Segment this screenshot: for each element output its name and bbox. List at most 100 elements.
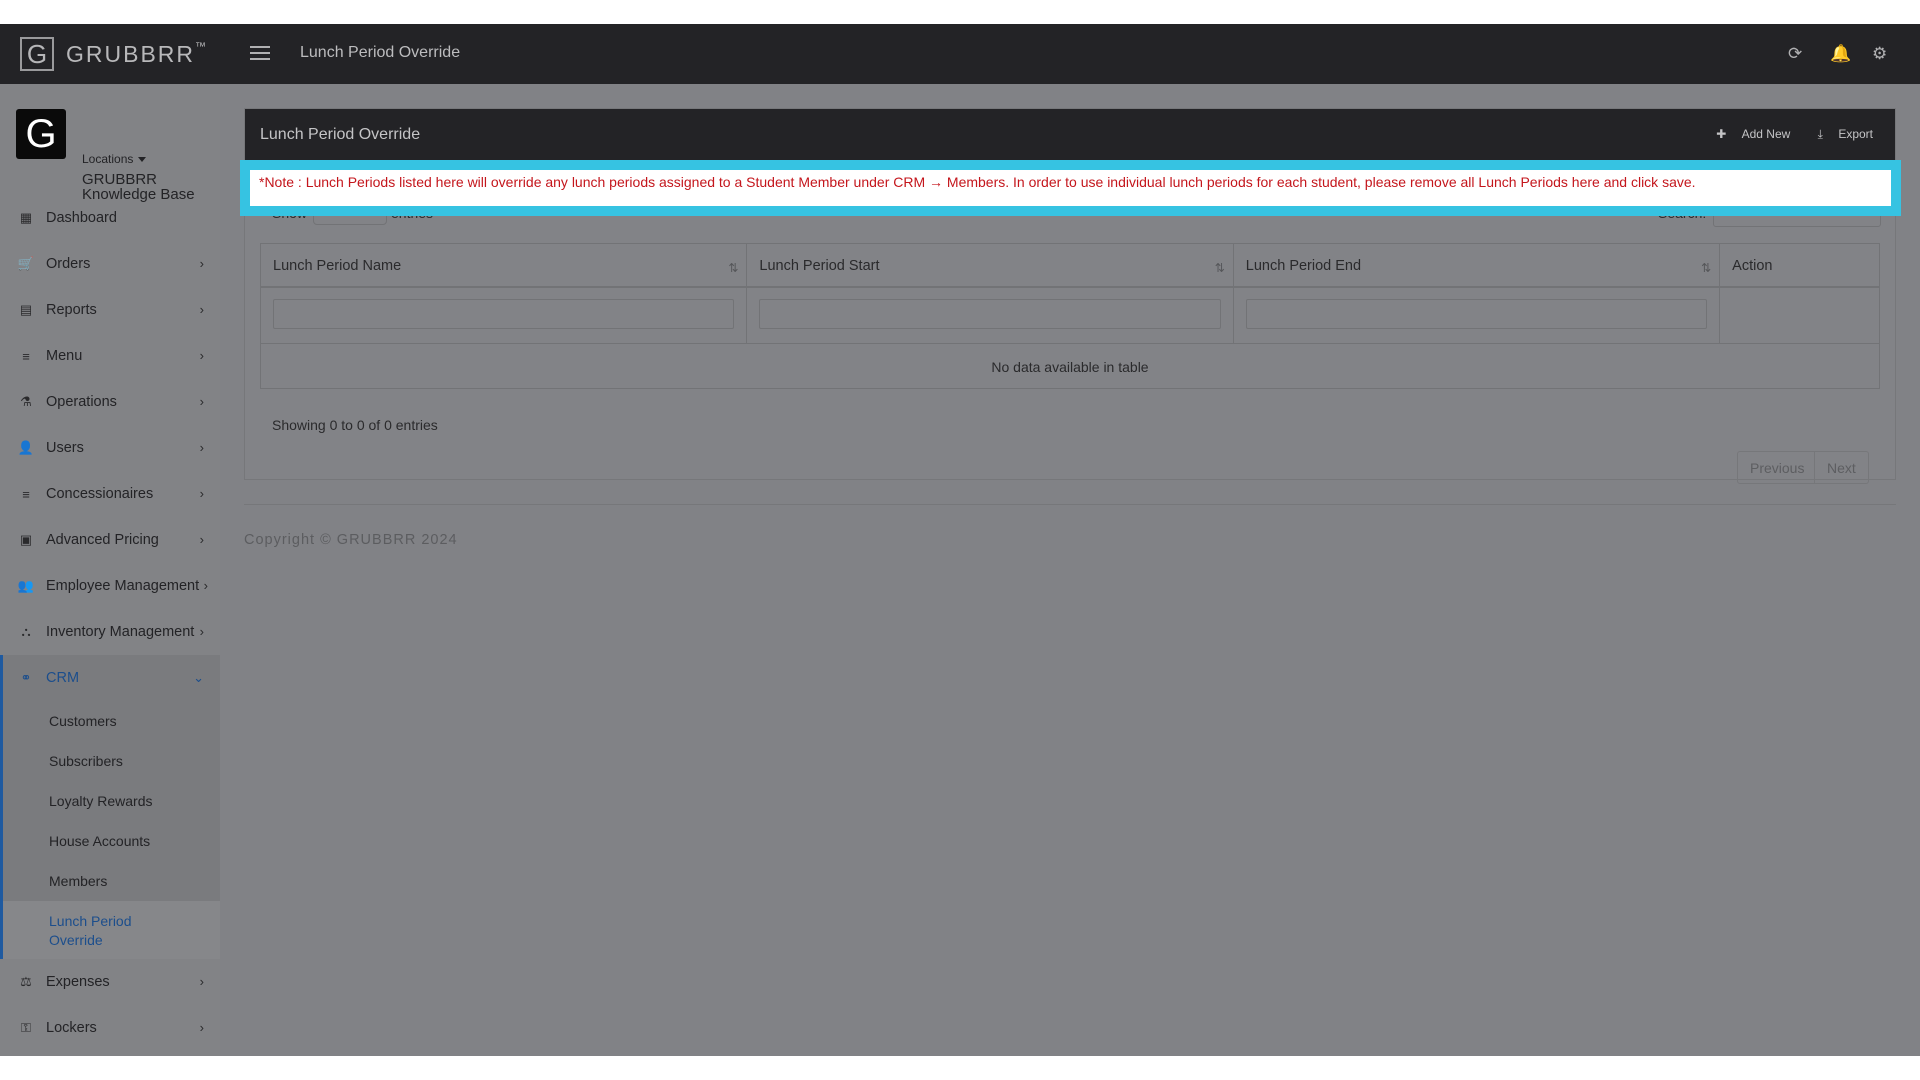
sidebar-item-label: Lockers bbox=[46, 1020, 97, 1036]
column-header-end[interactable]: Lunch Period End ⇅ bbox=[1233, 244, 1721, 288]
pagination: Previous Next bbox=[1737, 451, 1869, 484]
brand-name: GRUBBRR™ bbox=[66, 41, 206, 68]
download-icon: ⤓ bbox=[1817, 127, 1823, 141]
column-header-label: Lunch Period Start bbox=[759, 258, 880, 274]
sort-icon: ⇅ bbox=[1214, 261, 1225, 275]
sidebar-item-menu[interactable]: ≡ Menu › bbox=[0, 333, 220, 379]
sidebar-item-label: CRM bbox=[46, 670, 80, 686]
profile-name-line1: GRUBBRR bbox=[82, 171, 158, 188]
footer-divider bbox=[244, 504, 1896, 505]
panel-header: Lunch Period Override bbox=[245, 109, 1895, 161]
sort-icon: ⇅ bbox=[728, 261, 739, 275]
panel-actions: ✚ Add New ⤓ Export bbox=[1692, 127, 1873, 142]
sidebar-subitem-members[interactable]: Members bbox=[3, 861, 220, 901]
add-new-button[interactable]: ✚ Add New bbox=[1704, 127, 1790, 141]
sidebar-subitem-label-line1: Lunch Period bbox=[49, 913, 132, 929]
sidebar-item-label: Dashboard bbox=[46, 210, 117, 226]
chevron-right-icon: › bbox=[199, 1020, 204, 1035]
sidebar-subitem-subscribers[interactable]: Subscribers bbox=[3, 741, 220, 781]
sidebar-subitem-lunch-period-override[interactable]: Lunch Period Override bbox=[3, 901, 220, 959]
sitemap-icon: ⛬ bbox=[21, 624, 31, 639]
avatar: G bbox=[16, 109, 66, 159]
sidebar-subitem-customers[interactable]: Customers bbox=[3, 701, 220, 741]
filter-cell bbox=[1233, 288, 1721, 344]
chevron-right-icon: › bbox=[199, 486, 204, 501]
gear-icon[interactable]: ⚙ bbox=[1872, 44, 1887, 64]
filter-start-input[interactable] bbox=[759, 299, 1221, 329]
list-icon: ≡ bbox=[22, 486, 30, 502]
sidebar-item-label: Concessionaires bbox=[46, 486, 154, 502]
next-button[interactable]: Next bbox=[1815, 451, 1869, 484]
chevron-right-icon: › bbox=[203, 578, 208, 593]
sidebar-item-label: Inventory Management bbox=[46, 624, 195, 640]
chevron-right-icon: › bbox=[199, 394, 204, 409]
dashboard-icon: ▦ bbox=[19, 210, 33, 225]
sidebar-subitem-loyalty-rewards[interactable]: Loyalty Rewards bbox=[3, 781, 220, 821]
filter-end-input[interactable] bbox=[1245, 299, 1708, 329]
chevron-right-icon: › bbox=[199, 974, 204, 989]
previous-button[interactable]: Previous bbox=[1737, 451, 1815, 484]
sidebar-item-label: Employee Management bbox=[46, 578, 200, 594]
flask-icon: ⚗ bbox=[20, 394, 32, 409]
top-bar: Lunch Period Override ⟳ 🔔 ⚙ bbox=[220, 24, 1920, 84]
export-label: Export bbox=[1838, 127, 1873, 141]
bell-icon[interactable]: 🔔 bbox=[1830, 44, 1851, 64]
note-highlight-box: *Note : Lunch Periods listed here will o… bbox=[240, 160, 1901, 216]
column-header-name[interactable]: Lunch Period Name ⇅ bbox=[261, 244, 748, 288]
chevron-right-icon: › bbox=[199, 532, 204, 547]
chevron-right-icon: › bbox=[199, 256, 204, 271]
sidebar-item-concessionaires[interactable]: ≡ Concessionaires › bbox=[0, 471, 220, 517]
sidebar-item-label: Reports bbox=[46, 302, 97, 318]
column-header-action: Action bbox=[1720, 244, 1879, 288]
sidebar-item-label: Users bbox=[46, 440, 84, 456]
sidebar-item-expenses[interactable]: ⚖ Expenses › bbox=[0, 959, 220, 1005]
export-button[interactable]: ⤓ Export bbox=[1806, 127, 1873, 141]
caret-down-icon bbox=[138, 157, 147, 163]
column-header-start[interactable]: Lunch Period Start ⇅ bbox=[747, 244, 1234, 288]
sidebar-nav: ▦ Dashboard 🛒 Orders › ▤ Reports › ≡ Men… bbox=[0, 195, 220, 1051]
refresh-icon[interactable]: ⟳ bbox=[1788, 44, 1802, 64]
sidebar-subitem-house-accounts[interactable]: House Accounts bbox=[3, 821, 220, 861]
table-info: Showing 0 to 0 of 0 entries bbox=[272, 417, 438, 433]
page-title: Lunch Period Override bbox=[300, 44, 461, 61]
sidebar-item-users[interactable]: 👤 Users › bbox=[0, 425, 220, 471]
plus-icon: ✚ bbox=[1716, 127, 1727, 141]
sort-icon: ⇅ bbox=[1701, 261, 1712, 275]
lunch-period-table: Lunch Period Name ⇅ Lunch Period Start ⇅ L… bbox=[260, 243, 1880, 389]
sidebar-item-label: Orders bbox=[46, 256, 91, 272]
column-header-label: Lunch Period End bbox=[1245, 258, 1362, 274]
brand-logo: G bbox=[20, 37, 54, 71]
sidebar-item-operations[interactable]: ⚗ Operations › bbox=[0, 379, 220, 425]
sidebar-item-label: Menu bbox=[46, 348, 83, 364]
scale-icon: ⚖ bbox=[20, 974, 32, 989]
sidebar-item-lockers[interactable]: ⚿ Lockers › bbox=[0, 1005, 220, 1051]
sidebar-item-employee-management[interactable]: 👥 Employee Management › bbox=[0, 563, 220, 609]
sidebar-item-inventory-management[interactable]: ⛬ Inventory Management › bbox=[0, 609, 220, 655]
note-text: *Note : Lunch Periods listed here will o… bbox=[259, 174, 1696, 190]
sidebar-item-orders[interactable]: 🛒 Orders › bbox=[0, 241, 220, 287]
locations-dropdown[interactable]: Locations bbox=[82, 152, 147, 166]
filter-cell bbox=[1720, 288, 1879, 344]
sidebar-item-advanced-pricing[interactable]: ▣ Advanced Pricing › bbox=[0, 517, 220, 563]
user-plus-icon: 👤 bbox=[17, 440, 35, 455]
filter-name-input[interactable] bbox=[273, 299, 735, 329]
sidebar-item-reports[interactable]: ▤ Reports › bbox=[0, 287, 220, 333]
chevron-right-icon: › bbox=[199, 624, 204, 639]
chevron-right-icon: › bbox=[199, 302, 204, 317]
empty-table-message: No data available in table bbox=[991, 359, 1149, 375]
brand[interactable]: G GRUBBRR™ bbox=[0, 24, 220, 84]
table-header-row: Lunch Period Name ⇅ Lunch Period Start ⇅ L… bbox=[261, 244, 1879, 288]
money-icon: ▣ bbox=[19, 532, 33, 547]
add-new-label: Add New bbox=[1741, 127, 1791, 141]
hamburger-menu-icon[interactable] bbox=[250, 46, 270, 64]
users-icon: 👥 bbox=[17, 578, 35, 593]
panel-title: Lunch Period Override bbox=[260, 126, 421, 143]
sidebar-item-dashboard[interactable]: ▦ Dashboard bbox=[0, 195, 220, 241]
crm-section: ⚭ CRM ⌄ Customers Subscribers Loyalty Re… bbox=[0, 655, 220, 959]
sidebar-item-crm[interactable]: ⚭ CRM ⌄ bbox=[3, 655, 220, 701]
chevron-right-icon: › bbox=[199, 348, 204, 363]
sidebar-item-label: Advanced Pricing bbox=[46, 532, 159, 548]
copyright-text: Copyright © GRUBBRR 2024 bbox=[244, 532, 458, 548]
profile: G GRUBBRR Knowledge Base bbox=[0, 84, 220, 202]
report-icon: ▤ bbox=[19, 302, 33, 317]
